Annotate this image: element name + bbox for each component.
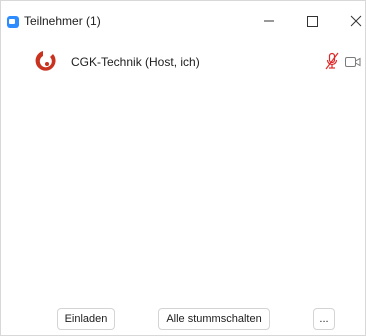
- close-button[interactable]: [341, 9, 366, 33]
- mic-muted-icon[interactable]: [325, 52, 339, 70]
- more-options-button[interactable]: ...: [313, 308, 335, 330]
- window-title: Teilnehmer (1): [24, 14, 101, 28]
- zoom-app-icon: [7, 16, 19, 28]
- close-icon: [350, 15, 362, 27]
- maximize-button[interactable]: [298, 9, 326, 33]
- minimize-icon: [264, 20, 274, 22]
- mute-all-button[interactable]: Alle stummschalten: [158, 308, 270, 330]
- maximize-icon: [307, 16, 318, 27]
- participant-row[interactable]: CGK-Technik (Host, ich): [1, 45, 365, 77]
- video-camera-icon[interactable]: [345, 55, 361, 67]
- invite-button[interactable]: Einladen: [57, 308, 115, 330]
- title-bar[interactable]: Teilnehmer (1): [1, 1, 365, 33]
- participants-window: Teilnehmer (1) CGK-Technik (Host, ich) E…: [0, 0, 366, 336]
- avatar-logo-icon: [35, 51, 56, 71]
- avatar: [34, 49, 58, 73]
- participant-name: CGK-Technik (Host, ich): [71, 55, 200, 69]
- minimize-button[interactable]: [255, 9, 283, 33]
